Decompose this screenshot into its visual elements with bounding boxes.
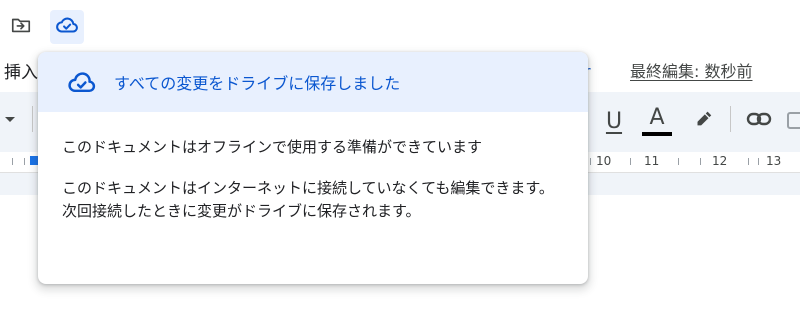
ruler-number: 10 [596,154,612,168]
link-icon [746,108,772,134]
text-color-swatch [642,131,672,136]
ruler-number: 12 [712,154,728,168]
highlight-pen-icon [692,108,714,134]
highlight-button[interactable] [688,106,718,136]
move-to-folder-button[interactable] [4,10,38,44]
insert-link-button[interactable] [742,106,776,136]
ruler-tick [12,158,13,165]
move-to-folder-icon [10,14,32,40]
cloud-done-icon [54,12,80,42]
toolbar-divider [32,106,33,132]
document-status-button[interactable] [50,10,84,44]
ruler-tick [748,158,749,165]
ruler-tick [630,158,631,165]
ruler-tick [24,158,25,165]
save-status-popover: すべての変更をドライブに保存しました このドキュメントはオフラインで使用する準備… [38,52,588,284]
indent-marker[interactable] [30,156,38,165]
toolbar-divider [730,106,731,132]
text-color-button[interactable]: A [640,104,674,138]
ruler-tick [590,158,591,165]
caret-down-icon[interactable] [2,110,18,130]
ruler-tick [758,158,759,165]
ruler-tick [700,158,701,165]
cloud-done-icon [66,70,98,100]
comment-icon[interactable] [786,108,800,134]
offline-ready-text: このドキュメントはオフラインで使用する準備ができています [62,138,483,156]
menu-insert[interactable]: 挿入 [4,58,38,83]
ruler-tick [678,158,679,165]
offline-detail-text: このドキュメントはインターネットに接続していなくても編集できます。次回接続したと… [62,179,554,220]
ruler-number: 13 [766,154,782,168]
popover-header: すべての変更をドライブに保存しました [38,52,588,112]
last-edit-link[interactable]: 最終編集: 数秒前 [630,58,752,82]
underline-button[interactable]: U [600,106,628,136]
ruler-number: 11 [644,154,660,168]
popover-title: すべての変更をドライブに保存しました [114,74,401,93]
text-color-letter: A [649,104,665,130]
